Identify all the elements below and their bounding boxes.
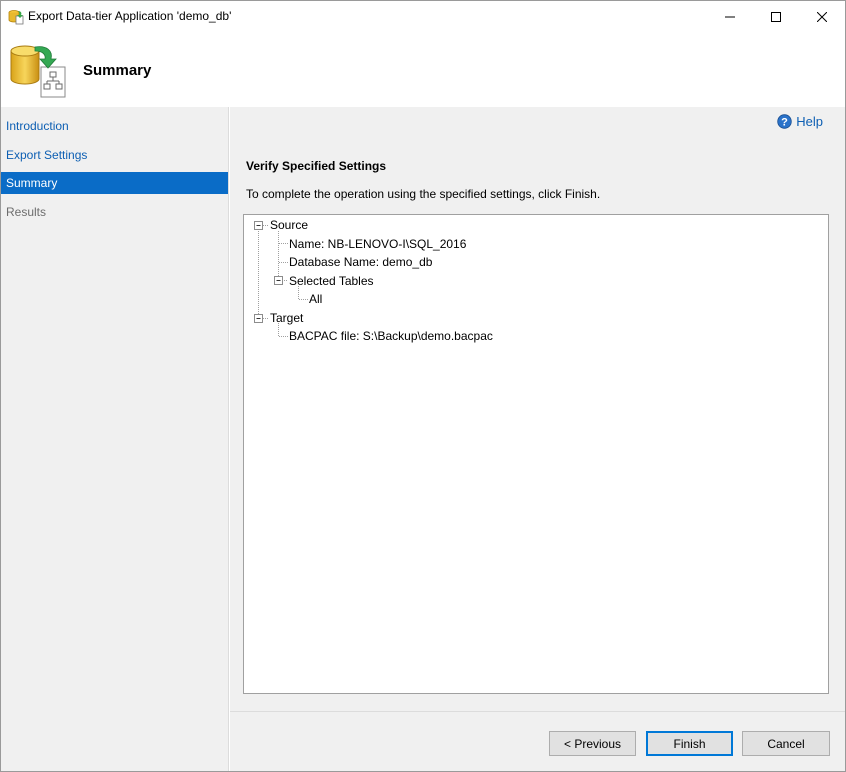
help-link[interactable]: ? Help xyxy=(777,114,823,129)
tree-node-bacpac-file[interactable]: BACPAC file: S:\Backup\demo.bacpac xyxy=(289,329,493,343)
title-bar[interactable]: Export Data-tier Application 'demo_db' xyxy=(1,1,845,33)
window-title: Export Data-tier Application 'demo_db' xyxy=(28,9,232,23)
minimize-button[interactable] xyxy=(707,1,753,33)
wizard-footer: < Previous Finish Cancel xyxy=(230,711,845,771)
close-button[interactable] xyxy=(799,1,845,33)
nav-item-export-settings[interactable]: Export Settings xyxy=(1,144,228,166)
database-export-icon xyxy=(10,45,66,98)
tree-node-database-name[interactable]: Database Name: demo_db xyxy=(289,255,432,269)
previous-button[interactable]: < Previous xyxy=(549,731,636,756)
close-icon xyxy=(817,12,827,22)
svg-text:?: ? xyxy=(781,116,788,128)
maximize-button[interactable] xyxy=(753,1,799,33)
tree-node-all[interactable]: All xyxy=(309,292,322,306)
maximize-icon xyxy=(771,12,781,22)
tree-node-selected-tables[interactable]: Selected Tables xyxy=(289,274,374,288)
app-icon xyxy=(8,10,24,25)
nav-item-summary[interactable]: Summary xyxy=(1,172,228,194)
tree-node-source[interactable]: Source xyxy=(270,218,308,232)
wizard-nav: Introduction Export Settings Summary Res… xyxy=(1,107,229,771)
nav-item-introduction[interactable]: Introduction xyxy=(1,115,228,137)
collapse-icon xyxy=(254,221,268,230)
help-icon: ? xyxy=(777,114,792,129)
main-panel: ? Help Verify Specified Settings To comp… xyxy=(230,107,845,711)
finish-button[interactable]: Finish xyxy=(646,731,733,756)
section-title: Verify Specified Settings xyxy=(246,159,387,173)
page-title: Summary xyxy=(83,62,152,79)
tree-node-target[interactable]: Target xyxy=(270,311,303,325)
help-label: Help xyxy=(796,114,823,129)
minimize-icon xyxy=(725,16,735,18)
summary-tree[interactable]: Source Name: NB-LENOVO-I\SQL_2016 Databa… xyxy=(243,214,829,694)
dialog-window: Export Data-tier Application 'demo_db' S… xyxy=(0,0,846,772)
nav-item-results: Results xyxy=(6,205,47,219)
wizard-header: Summary xyxy=(1,33,845,107)
tree-node-name[interactable]: Name: NB-LENOVO-I\SQL_2016 xyxy=(289,237,466,251)
instruction-text: To complete the operation using the spec… xyxy=(246,187,601,201)
cancel-button[interactable]: Cancel xyxy=(742,731,830,756)
